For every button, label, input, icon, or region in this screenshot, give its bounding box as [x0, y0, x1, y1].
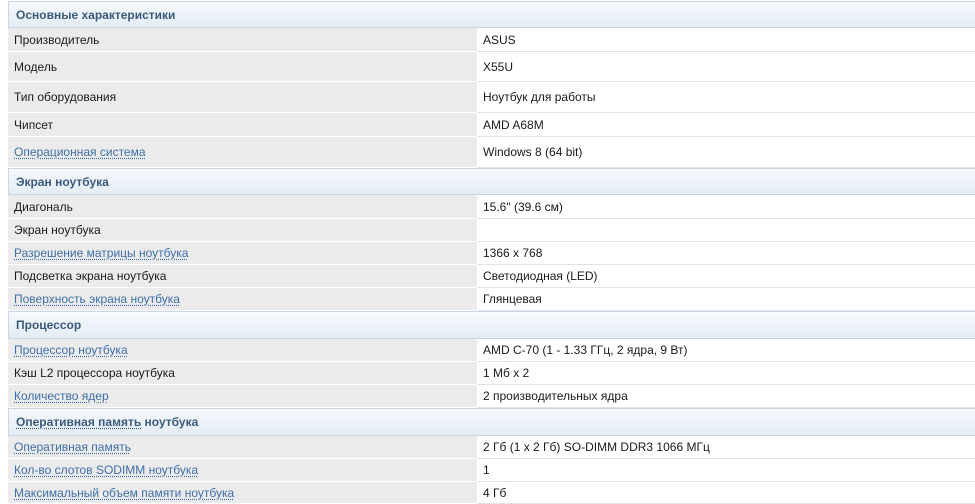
- section-header-cpu: Процессор: [8, 311, 975, 339]
- section-header-ram: Оперативная память ноутбука: [8, 408, 975, 436]
- section-title: Оперативная память ноутбука: [16, 415, 198, 429]
- row-label-cell: Диагональ: [8, 195, 477, 219]
- row-value-cell: 4 Гб: [478, 482, 975, 504]
- row-label: Диагональ: [14, 199, 73, 214]
- resolution-link[interactable]: Разрешение матрицы ноутбука: [14, 246, 188, 260]
- section-header-main: Основные характеристики: [8, 1, 975, 28]
- table-row: Операционная система Windows 8 (64 bit): [8, 137, 975, 168]
- row-label-cell: Разрешение матрицы ноутбука: [8, 242, 477, 265]
- row-value: X55U: [483, 59, 514, 74]
- max-ram-link[interactable]: Максимальный объем памяти ноутбука: [14, 486, 234, 500]
- row-value-cell: X55U: [478, 52, 975, 82]
- row-label-cell: Количество ядер: [8, 385, 477, 408]
- row-label-cell: Производитель: [8, 28, 477, 52]
- cores-link[interactable]: Количество ядер: [14, 389, 109, 403]
- row-label: Модель: [14, 59, 58, 74]
- row-value-cell: 2 производительных ядра: [478, 385, 975, 408]
- row-value: 15.6" (39.6 см): [483, 199, 563, 214]
- row-value-cell: Ноутбук для работы: [478, 82, 975, 113]
- section-title: Основные характеристики: [16, 7, 176, 22]
- row-label-cell: Экран ноутбука: [8, 219, 477, 242]
- row-value: Глянцевая: [483, 292, 542, 306]
- row-label-cell: Процессор ноутбука: [8, 339, 477, 362]
- row-value-cell: 15.6" (39.6 см): [478, 195, 975, 219]
- table-row: Количество ядер 2 производительных ядра: [8, 385, 975, 408]
- screen-surface-link[interactable]: Поверхность экрана ноутбука: [14, 292, 180, 306]
- section-title: Процессор: [16, 318, 82, 332]
- row-label-cell: Операционная система: [8, 137, 477, 168]
- row-label: Чипсет: [14, 117, 53, 132]
- table-row: Кол-во слотов SODIMM ноутбука 1: [8, 459, 975, 482]
- row-value-cell: Светодиодная (LED): [478, 265, 975, 288]
- row-label-cell: Модель: [8, 52, 477, 82]
- row-value-cell: Windows 8 (64 bit): [478, 137, 975, 168]
- row-label-cell: Оперативная память: [8, 436, 477, 459]
- row-label-cell: Чипсет: [8, 113, 477, 137]
- table-row: Подсветка экрана ноутбука Светодиодная (…: [8, 265, 975, 288]
- table-row: Разрешение матрицы ноутбука 1366 x 768: [8, 242, 975, 265]
- ram-link[interactable]: Оперативная память: [14, 440, 131, 454]
- row-label-cell: Тип оборудования: [8, 82, 477, 113]
- section-header-screen: Экран ноутбука: [8, 168, 975, 195]
- row-value: Светодиодная (LED): [483, 269, 598, 283]
- row-value-cell: 2 Гб (1 x 2 Гб) SO-DIMM DDR3 1066 МГц: [478, 436, 975, 459]
- table-row: Поверхность экрана ноутбука Глянцевая: [8, 288, 975, 311]
- row-value-cell: ASUS: [478, 28, 975, 52]
- page-left-margin: [0, 0, 8, 504]
- row-value: Windows 8 (64 bit): [483, 145, 583, 159]
- table-row: Процессор ноутбука AMD C-70 (1 - 1.33 ГГ…: [8, 339, 975, 362]
- section-title-suffix: ноутбука: [141, 415, 199, 429]
- row-value: Ноутбук для работы: [483, 90, 596, 104]
- row-value-cell: 1: [478, 459, 975, 482]
- row-label-cell: Подсветка экрана ноутбука: [8, 265, 477, 288]
- table-row: Оперативная память 2 Гб (1 x 2 Гб) SO-DI…: [8, 436, 975, 459]
- row-value-cell: 1366 x 768: [478, 242, 975, 265]
- row-label: Кэш L2 процессора ноутбука: [14, 366, 175, 380]
- cpu-link[interactable]: Процессор ноутбука: [14, 343, 128, 357]
- row-value: 2 производительных ядра: [483, 389, 628, 403]
- row-label-cell: Кол-во слотов SODIMM ноутбука: [8, 459, 477, 482]
- table-row: Диагональ 15.6" (39.6 см): [8, 195, 975, 219]
- table-row: Чипсет AMD A68M: [8, 113, 975, 137]
- row-value: 2 Гб (1 x 2 Гб) SO-DIMM DDR3 1066 МГц: [483, 440, 710, 454]
- section-title: Экран ноутбука: [16, 174, 109, 189]
- table-row: Тип оборудования Ноутбук для работы: [8, 82, 975, 113]
- row-value-cell: Глянцевая: [478, 288, 975, 311]
- row-value-cell: 1 Мб x 2: [478, 362, 975, 385]
- ram-section-link[interactable]: Оперативная память: [16, 415, 141, 429]
- table-row: Производитель ASUS: [8, 28, 975, 52]
- row-label: Подсветка экрана ноутбука: [14, 269, 167, 283]
- row-label-cell: Максимальный объем памяти ноутбука: [8, 482, 477, 504]
- table-row: Экран ноутбука: [8, 219, 975, 242]
- row-label: Производитель: [14, 32, 100, 47]
- row-value: 1 Мб x 2: [483, 366, 530, 380]
- row-label-cell: Поверхность экрана ноутбука: [8, 288, 477, 311]
- row-label: Тип оборудования: [14, 90, 117, 104]
- table-row: Кэш L2 процессора ноутбука 1 Мб x 2: [8, 362, 975, 385]
- row-label: Экран ноутбука: [14, 223, 101, 237]
- row-value: AMD A68M: [483, 117, 544, 132]
- row-value: 1: [483, 463, 490, 477]
- table-row: Модель X55U: [8, 52, 975, 82]
- row-value: ASUS: [483, 32, 516, 47]
- row-value-cell: AMD C-70 (1 - 1.33 ГГц, 2 ядра, 9 Вт): [478, 339, 975, 362]
- row-value: 4 Гб: [483, 485, 507, 500]
- row-value: 1366 x 768: [483, 246, 543, 260]
- os-link[interactable]: Операционная система: [14, 145, 146, 159]
- row-value: AMD C-70 (1 - 1.33 ГГц, 2 ядра, 9 Вт): [483, 343, 688, 357]
- sodimm-slots-link[interactable]: Кол-во слотов SODIMM ноутбука: [14, 463, 198, 477]
- row-value-cell: AMD A68M: [478, 113, 975, 137]
- row-label-cell: Кэш L2 процессора ноутбука: [8, 362, 477, 385]
- row-value-cell: [478, 219, 975, 242]
- table-row: Максимальный объем памяти ноутбука 4 Гб: [8, 482, 975, 504]
